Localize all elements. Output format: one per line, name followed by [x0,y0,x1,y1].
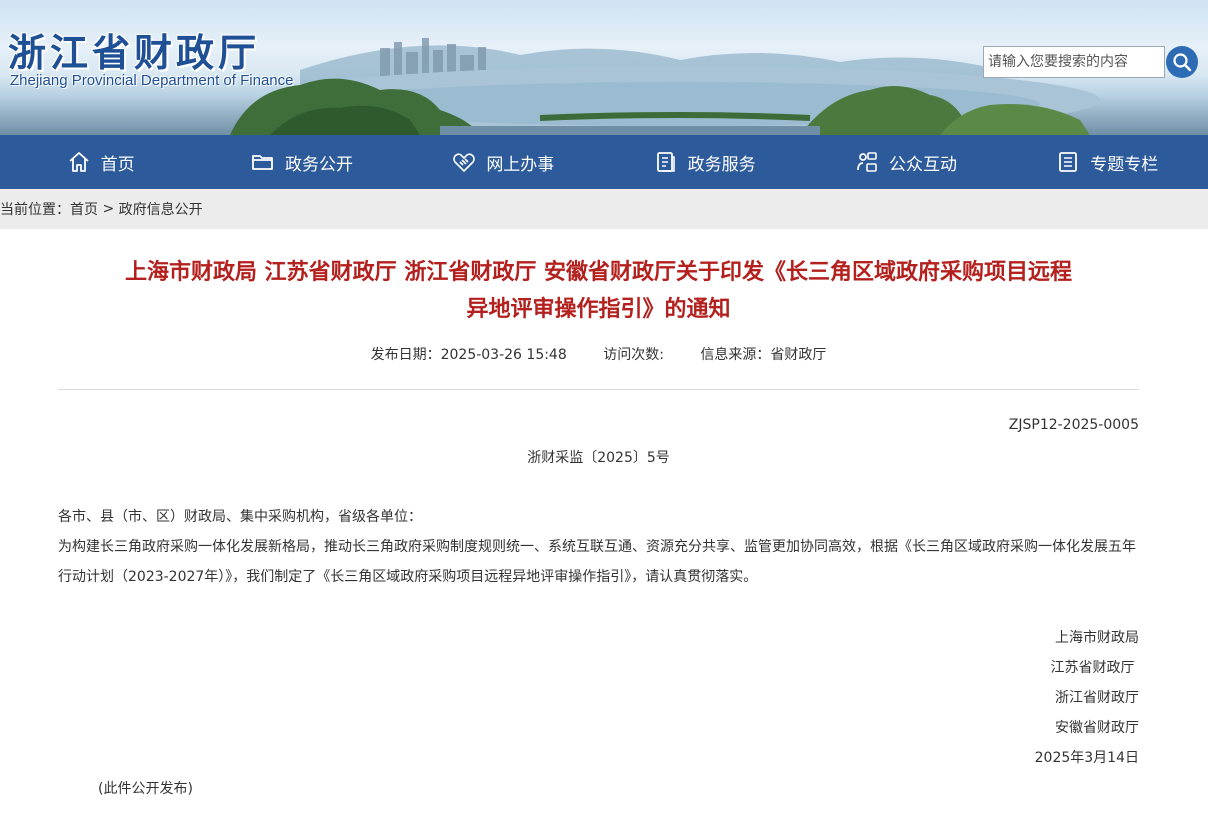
nav-item-label: 网上办事 [486,154,555,175]
publish-date-value: 2025-03-26 15:48 [440,347,567,363]
nav-item-government-services[interactable]: 政务服务 [604,135,805,189]
nav-item-label: 政务服务 [687,154,756,175]
interaction-icon [855,150,879,174]
folder-icon [251,150,275,174]
info-source-value: 省财政厅 [770,347,827,363]
signer: 江苏省财政厅 [1050,660,1139,676]
signing-date: 2025年3月14日 [1034,750,1139,766]
body-paragraph: 为构建长三角政府采购一体化发展新格局，推动长三角政府采购制度规则统一、系统互联互… [58,539,1136,585]
header-banner: 浙江省财政厅 Zhejiang Provincial Department of… [0,0,1208,135]
publish-date: 发布日期：2025-03-26 15:48 [371,347,567,363]
list-icon [1056,150,1080,174]
home-icon [67,150,91,174]
info-source-label: 信息来源： [700,347,771,363]
signer: 浙江省财政厅 [1055,690,1139,706]
search-input[interactable] [983,46,1165,78]
article-title: 上海市财政局 江苏省财政厅 浙江省财政厅 安徽省财政厅关于印发《长三角区域政府采… [58,254,1139,328]
signer: 上海市财政局 [1055,630,1139,646]
article-title-line: 异地评审操作指引》的通知 [466,297,731,322]
nav-item-government-affairs-disclosure[interactable]: 政务公开 [201,135,402,189]
signer: 安徽省财政厅 [1055,720,1139,736]
search-button[interactable] [1166,46,1198,78]
nav-item-public-interaction[interactable]: 公众互动 [805,135,1006,189]
nav-item-special-topics[interactable]: 专题专栏 [1007,135,1208,189]
nav-item-label: 专题专栏 [1090,154,1159,175]
info-source: 信息来源：省财政厅 [700,347,826,363]
site-logo-title[interactable]: 浙江省财政厅 [8,22,260,77]
document-icon [654,150,678,174]
search-icon [1173,53,1192,72]
handshake-icon [452,150,476,174]
breadcrumb-separator: > [98,201,119,217]
site-logo-subtitle: Zhejiang Provincial Department of Financ… [10,72,294,89]
document-number: 浙财采监〔2025〕5号 [527,450,670,466]
breadcrumb-current-link[interactable]: 政府信息公开 [119,199,203,219]
nav-item-label: 政务公开 [284,154,353,175]
nav-item-home[interactable]: 首页 [0,135,201,189]
breadcrumb: 当前位置： 首页 > 政府信息公开 [0,189,1208,229]
salutation: 各市、县（市、区）财政局、集中采购机构，省级各单位： [58,509,422,525]
article-title-line: 上海市财政局 江苏省财政厅 浙江省财政厅 安徽省财政厅关于印发《长三角区域政府采… [125,260,1072,285]
nav-item-online-services[interactable]: 网上办事 [403,135,604,189]
breadcrumb-prefix: 当前位置： [0,202,70,218]
document-code: ZJSP12-2025-0005 [1008,417,1139,433]
nav-item-label: 首页 [100,154,135,175]
publish-date-label: 发布日期： [370,347,441,363]
breadcrumb-home-link[interactable]: 首页 [70,199,98,219]
main-nav: 首页 政务公开 网上办事 政务服务 公众互动 专题专栏 [0,135,1208,189]
divider [58,389,1139,390]
article-meta: 发布日期：2025-03-26 15:48 访问次数: 信息来源：省财政厅 [58,344,1139,364]
nav-item-label: 公众互动 [888,154,957,175]
publication-note: (此件公开发布) [98,781,193,797]
visit-count-label: 访问次数: [603,347,664,363]
